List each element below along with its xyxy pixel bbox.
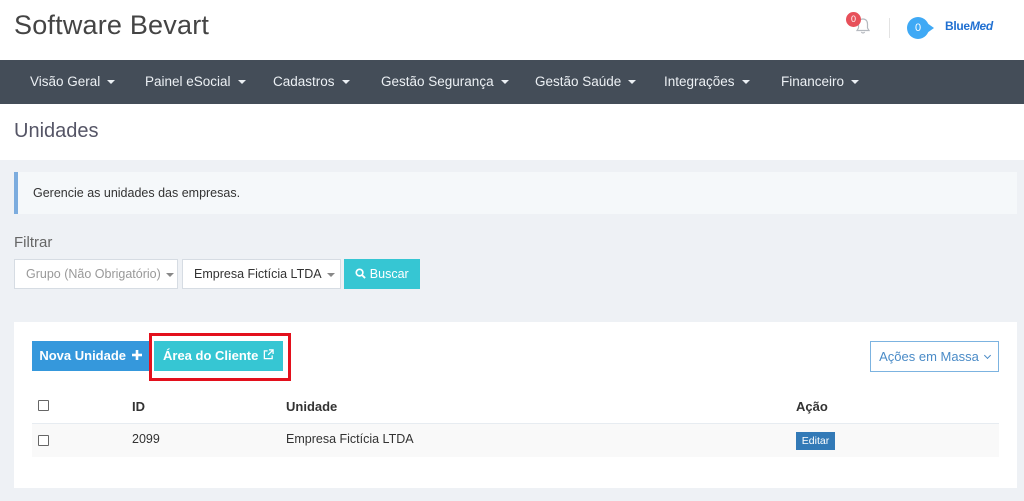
nav-label: Visão Geral	[30, 74, 101, 89]
highlight-box	[149, 333, 291, 381]
main-navbar: Visão Geral Painel eSocial Cadastros Ges…	[0, 60, 1024, 104]
column-header-unit: Unidade	[286, 399, 338, 414]
new-unit-label: Nova Unidade	[39, 348, 127, 363]
mass-actions-label: Ações em Massa	[879, 349, 979, 364]
caret-down-icon	[326, 272, 335, 277]
caret-down-icon	[500, 80, 509, 85]
company-select[interactable]: Empresa Fictícia LTDA	[182, 259, 341, 289]
select-all-checkbox[interactable]	[38, 400, 49, 411]
notification-badge: 0	[846, 12, 861, 27]
search-button-label: Buscar	[369, 267, 409, 281]
nav-label: Integrações	[664, 74, 735, 89]
filter-label: Filtrar	[14, 234, 53, 251]
group-select[interactable]: Grupo (Não Obrigatório)	[14, 259, 178, 289]
company-logo: BlueMed	[945, 19, 993, 33]
nav-label: Gestão Segurança	[381, 74, 494, 89]
nav-integracoes[interactable]: Integrações	[664, 60, 750, 104]
row-unit-name: Empresa Fictícia LTDA	[286, 432, 414, 446]
notifications-button[interactable]: 0	[846, 12, 876, 42]
company-select-value: Empresa Fictícia LTDA	[194, 267, 322, 281]
info-note-text: Gerencie as unidades das empresas.	[33, 186, 241, 200]
nav-cadastros[interactable]: Cadastros	[273, 60, 350, 104]
group-select-value: Grupo (Não Obrigatório)	[26, 267, 161, 281]
caret-down-icon	[107, 80, 116, 85]
search-button[interactable]: Buscar	[344, 259, 420, 289]
app-title: Software Bevart	[14, 10, 210, 40]
caret-down-icon	[237, 80, 246, 85]
nav-label: Cadastros	[273, 74, 335, 89]
table-row	[32, 424, 999, 457]
nav-label: Financeiro	[781, 74, 845, 89]
top-header: Software Bevart 0 0 BlueMed	[0, 0, 1024, 60]
nav-painel-esocial[interactable]: Painel eSocial	[145, 60, 246, 104]
column-header-id: ID	[132, 399, 145, 414]
row-id: 2099	[132, 432, 160, 446]
caret-down-icon	[741, 80, 750, 85]
caret-down-icon	[165, 272, 174, 277]
edit-button[interactable]: Editar	[796, 432, 835, 450]
logo-text-blue: Blue	[945, 19, 970, 33]
page-header: Unidades	[0, 104, 1024, 160]
logo-text-med: Med	[969, 19, 993, 33]
caret-down-icon	[341, 80, 350, 85]
user-menu-badge[interactable]: 0	[907, 17, 934, 39]
new-unit-button[interactable]: Nova Unidade	[32, 341, 149, 371]
info-note: Gerencie as unidades das empresas.	[14, 172, 1017, 214]
nav-label: Gestão Saúde	[535, 74, 622, 89]
plus-icon	[131, 350, 142, 360]
nav-financeiro[interactable]: Financeiro	[781, 60, 860, 104]
row-checkbox[interactable]	[38, 435, 49, 446]
caret-down-icon	[851, 80, 860, 85]
mass-actions-button[interactable]: Ações em Massa	[870, 341, 999, 372]
column-header-action: Ação	[796, 399, 828, 414]
nav-label: Painel eSocial	[145, 74, 231, 89]
caret-down-icon	[628, 80, 637, 85]
nav-gestao-seguranca[interactable]: Gestão Segurança	[381, 60, 509, 104]
header-divider	[889, 18, 890, 38]
nav-gestao-saude[interactable]: Gestão Saúde	[535, 60, 637, 104]
search-icon	[355, 268, 367, 279]
page-title: Unidades	[14, 120, 99, 142]
nav-visao-geral[interactable]: Visão Geral	[30, 60, 116, 104]
chevron-down-icon	[983, 351, 991, 360]
